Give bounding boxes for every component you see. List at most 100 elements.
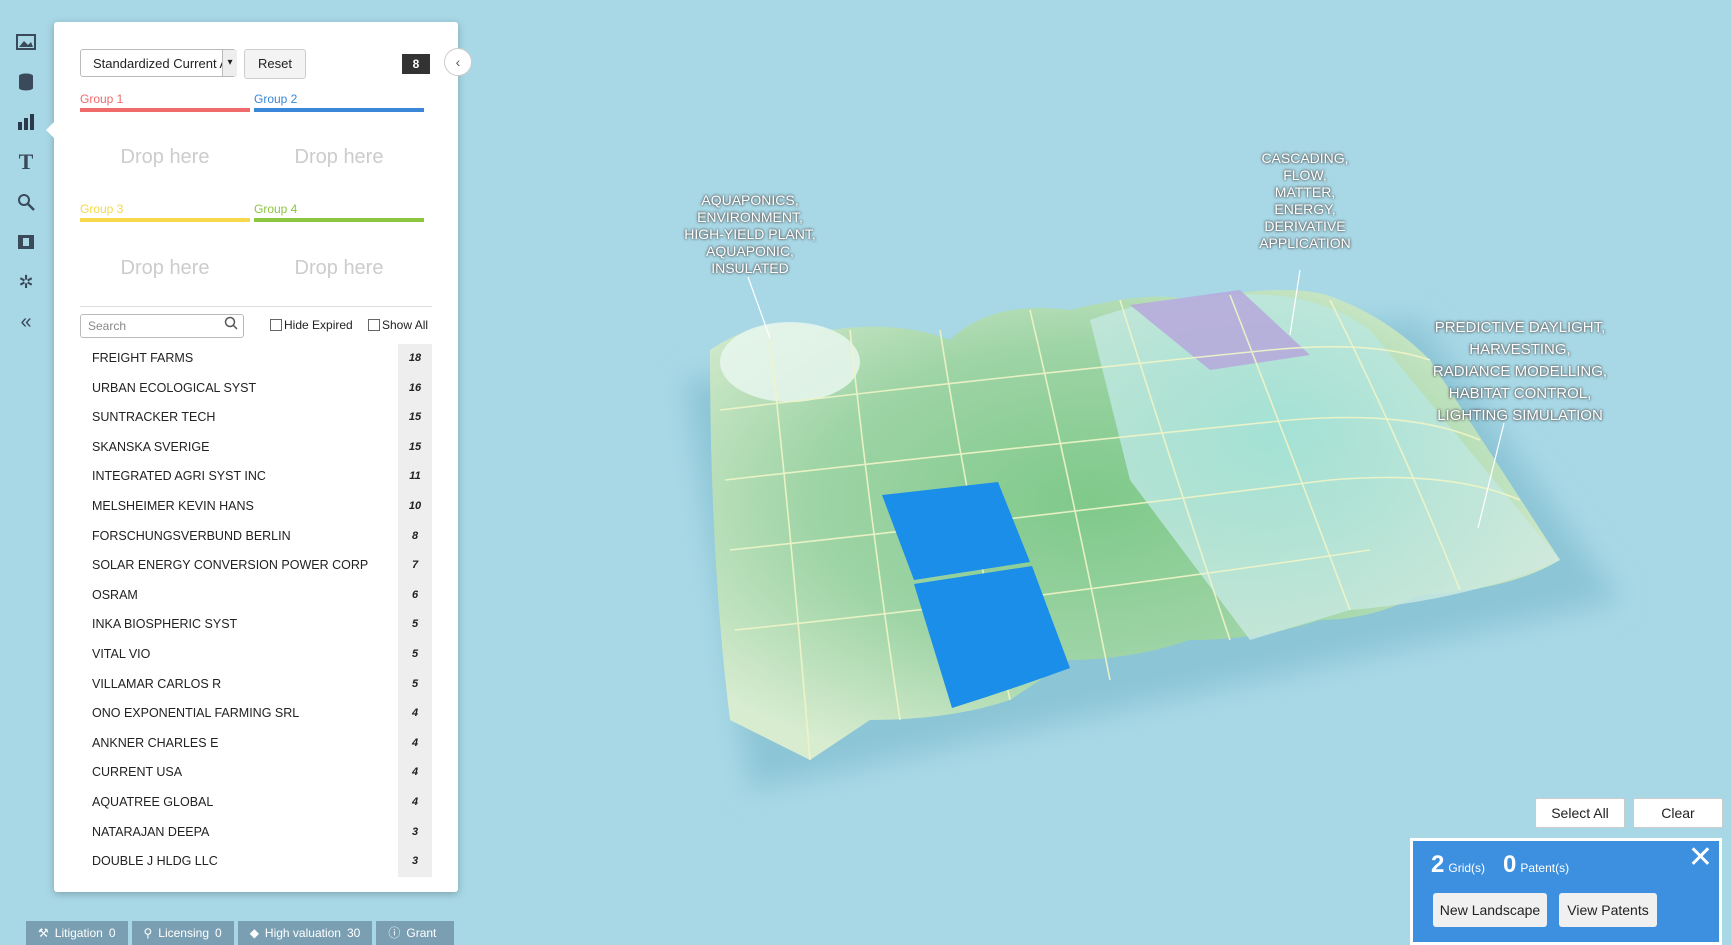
collapse-icon[interactable]: «: [14, 310, 38, 334]
list-item[interactable]: ANKNER CHARLES E 4: [80, 728, 432, 759]
list-item[interactable]: FORSCHUNGSVERBUND BERLIN 8: [80, 521, 432, 552]
select-all-button[interactable]: Select All: [1535, 798, 1625, 828]
patent-count-badge: 4: [398, 758, 432, 788]
bar-chart-icon[interactable]: [14, 110, 38, 134]
assignee-list: FREIGHT FARMS 18 URBAN ECOLOGICAL SYST 16 SU…: [80, 344, 432, 877]
assignee-name: VITAL VIO: [92, 646, 151, 661]
checkbox-icon[interactable]: [368, 319, 380, 331]
text-icon[interactable]: T: [14, 149, 38, 174]
tab-high-valuation[interactable]: ◆ High valuation 30: [237, 921, 373, 945]
tab-count: 0: [215, 926, 222, 940]
list-item[interactable]: SUNTRACKER TECH 15: [80, 403, 432, 433]
group-1-bar: [80, 108, 250, 112]
list-item[interactable]: SOLAR ENERGY CONVERSION POWER CORP 7: [80, 551, 432, 581]
assignee-name: DOUBLE J HLDG LLC: [92, 854, 218, 869]
bottom-filter-tabs: ⚒ Litigation 0 ⚲ Licensing 0 ◆ High valuation 30…: [26, 921, 455, 945]
show-all-checkbox[interactable]: Show All: [368, 318, 428, 332]
hide-expired-checkbox[interactable]: Hide Expired: [270, 318, 353, 332]
patent-count-badge: 4: [398, 728, 432, 759]
list-item[interactable]: CURRENT USA 4: [80, 758, 432, 788]
patent-count-badge: 3: [398, 847, 432, 877]
patent-count-badge: 5: [398, 669, 432, 700]
reset-button[interactable]: Reset: [244, 49, 306, 79]
list-item[interactable]: VITAL VIO 5: [80, 639, 432, 670]
drop-zone-group-3[interactable]: Drop here: [80, 257, 250, 280]
qr-code-icon[interactable]: 8: [402, 54, 430, 74]
assignee-name: MELSHEIMER KEVIN HANS: [92, 498, 254, 513]
search-icon[interactable]: [14, 190, 38, 214]
tab-litigation[interactable]: ⚒ Litigation 0: [26, 921, 128, 945]
list-item[interactable]: NATARAJAN DEEPA 3: [80, 817, 432, 848]
list-item[interactable]: SKANSKA SVERIGE 15: [80, 432, 432, 463]
tab-licensing[interactable]: ⚲ Licensing 0: [131, 921, 234, 945]
assignee-name: FREIGHT FARMS: [92, 351, 194, 365]
patent-count-badge: 5: [398, 610, 432, 640]
list-item[interactable]: INTEGRATED AGRI SYST INC 11: [80, 462, 432, 492]
assignee-name: SUNTRACKER TECH: [92, 410, 216, 425]
tab-label: Licensing: [158, 926, 209, 940]
close-icon[interactable]: ✕: [1688, 843, 1713, 873]
list-item[interactable]: OSRAM 6: [80, 580, 432, 611]
grids-count: 2: [1431, 851, 1445, 878]
search-icon[interactable]: [224, 316, 238, 333]
cluster-label-predictive-daylight: PREDICTIVE DAYLIGHT, HARVESTING, RADIANC…: [1432, 319, 1608, 424]
tab-count: 30: [346, 926, 361, 940]
selection-summary-panel: 2 Grid(s) 0 Patent(s) ✕ New Landscape Vi…: [1410, 838, 1722, 945]
assignee-name: FORSCHUNGSVERBUND BERLIN: [92, 528, 291, 543]
group-2-label: Group 2: [254, 92, 298, 106]
tab-label: High valuation: [264, 926, 341, 940]
database-icon[interactable]: [14, 70, 38, 94]
assignee-name: ANKNER CHARLES E: [92, 735, 219, 750]
patent-count-badge: 5: [398, 639, 432, 670]
list-item[interactable]: INKA BIOSPHERIC SYST 5: [80, 610, 432, 640]
group-4-bar: [254, 218, 424, 222]
list-item[interactable]: MELSHEIMER KEVIN HANS 10: [80, 491, 432, 522]
assignee-name: OSRAM: [92, 587, 138, 602]
assignee-name: AQUATREE GLOBAL: [92, 794, 214, 809]
drop-zone-group-4[interactable]: Drop here: [254, 257, 424, 280]
panel-pointer: [46, 122, 54, 138]
checkbox-icon[interactable]: [270, 319, 282, 331]
patent-count-badge: 10: [398, 491, 432, 522]
list-item[interactable]: AQUATREE GLOBAL 4: [80, 787, 432, 818]
drop-zone-group-2[interactable]: Drop here: [254, 146, 424, 169]
ribbon-icon: ⚲: [143, 926, 153, 940]
tab-label: Litigation: [54, 926, 103, 940]
film-icon[interactable]: [14, 230, 38, 254]
image-icon[interactable]: [14, 30, 38, 54]
list-item[interactable]: DOUBLE J HLDG LLC 3: [80, 847, 432, 877]
list-item[interactable]: URBAN ECOLOGICAL SYST 16: [80, 373, 432, 404]
collapse-panel-button[interactable]: ‹: [444, 48, 472, 76]
list-item[interactable]: FREIGHT FARMS 18: [80, 344, 432, 374]
group-4-label: Group 4: [254, 202, 298, 216]
list-item[interactable]: ONO EXPONENTIAL FARMING SRL 4: [80, 699, 432, 729]
list-item[interactable]: VILLAMAR CARLOS R 5: [80, 669, 432, 700]
landscape-peak: [720, 322, 860, 402]
filter-panel: Standardized Current A ▾ Reset 8 Group 1…: [46, 22, 458, 892]
assignee-search-input[interactable]: Search: [80, 314, 244, 338]
view-patents-button[interactable]: View Patents: [1559, 893, 1657, 927]
tab-count: 0: [108, 926, 116, 940]
patents-count: 0: [1503, 851, 1517, 878]
show-all-label: Show All: [382, 318, 429, 332]
assignee-name: INKA BIOSPHERIC SYST: [92, 617, 238, 632]
patent-count-badge: 8: [398, 521, 432, 552]
assignee-name: CURRENT USA: [92, 765, 183, 780]
patent-count-badge: 16: [398, 373, 432, 404]
tab-grant[interactable]: ⓘ Grant: [376, 921, 455, 945]
new-landscape-button[interactable]: New Landscape: [1433, 893, 1547, 927]
diamond-icon: ◆: [249, 926, 259, 940]
drop-zone-group-1[interactable]: Drop here: [80, 146, 250, 169]
metric-select[interactable]: Standardized Current A: [80, 49, 236, 77]
info-icon: ⓘ: [388, 926, 401, 940]
chevron-down-icon[interactable]: ▾: [222, 50, 237, 76]
tab-label: Grant: [406, 926, 437, 940]
clear-button[interactable]: Clear: [1633, 798, 1723, 828]
assignee-name: ONO EXPONENTIAL FARMING SRL: [92, 706, 300, 721]
patents-label: Patent(s): [1520, 861, 1570, 875]
hide-expired-label: Hide Expired: [284, 318, 353, 332]
patent-count-badge: 11: [398, 462, 432, 492]
gear-icon[interactable]: ✲: [14, 270, 38, 294]
group-2-bar: [254, 108, 424, 112]
assignee-name: SKANSKA SVERIGE: [92, 439, 210, 454]
